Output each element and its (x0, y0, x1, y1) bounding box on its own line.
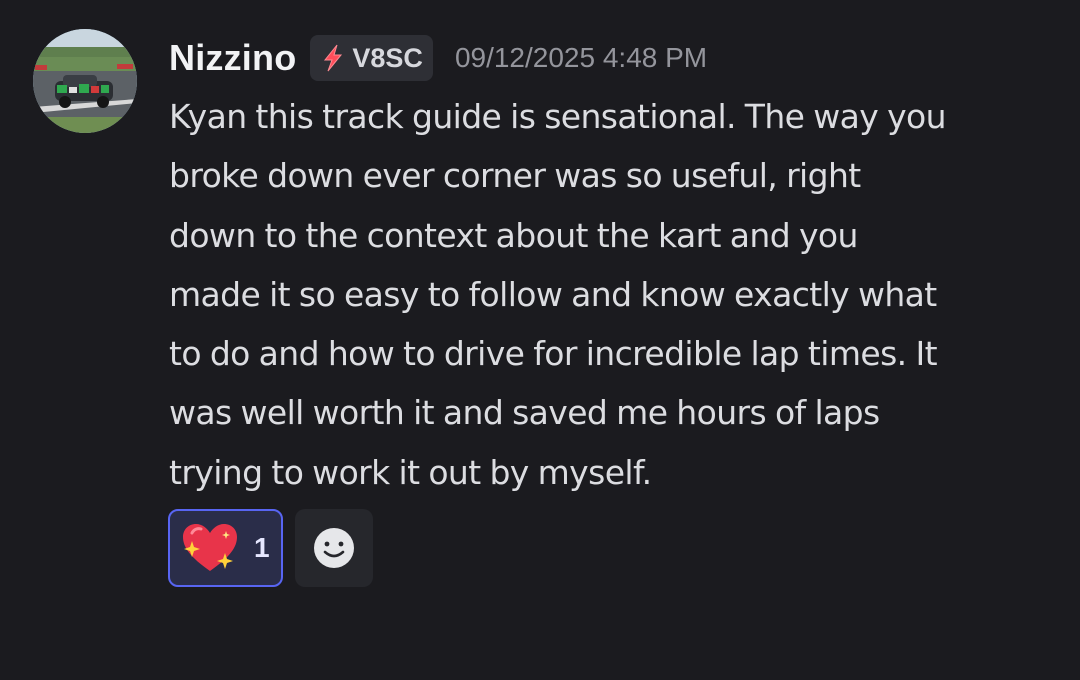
sparkling-heart-icon (183, 524, 237, 571)
message-text-line: trying to work it out by myself. (169, 452, 652, 492)
message-timestamp: 09/12/2025 4:48 PM (454, 42, 708, 73)
chat-message: Nizzino V8SC 09/12/2025 4:48 PM Kyan thi… (0, 0, 1080, 680)
message-text-line: broke down ever corner was so useful, ri… (169, 156, 861, 196)
username[interactable]: Nizzino (169, 37, 296, 79)
reactions-bar: 1 (168, 509, 373, 587)
reaction-count: 1 (254, 532, 270, 563)
server-tag-label: V8SC (352, 42, 423, 73)
reaction-sparkling-heart[interactable]: 1 (168, 509, 283, 587)
race-car-photo (33, 29, 137, 133)
message-content: Kyan this track guide is sensational. Th… (169, 87, 1064, 502)
message-text-line: to do and how to drive for incredible la… (169, 334, 938, 374)
message-text-line: made it so easy to follow and know exact… (169, 274, 937, 314)
message-header: Nizzino V8SC 09/12/2025 4:48 PM (169, 32, 707, 84)
lightning-bolt-icon (324, 44, 343, 72)
message-text-line: was well worth it and saved me hours of … (169, 393, 880, 433)
message-text-line: Kyan this track guide is sensational. Th… (169, 97, 947, 136)
server-tag[interactable]: V8SC (310, 35, 433, 81)
message-text-line: down to the context about the kart and y… (169, 215, 858, 255)
add-reaction-smiley-icon (314, 528, 354, 568)
add-reaction-button[interactable] (295, 509, 373, 587)
user-avatar[interactable] (33, 29, 137, 133)
